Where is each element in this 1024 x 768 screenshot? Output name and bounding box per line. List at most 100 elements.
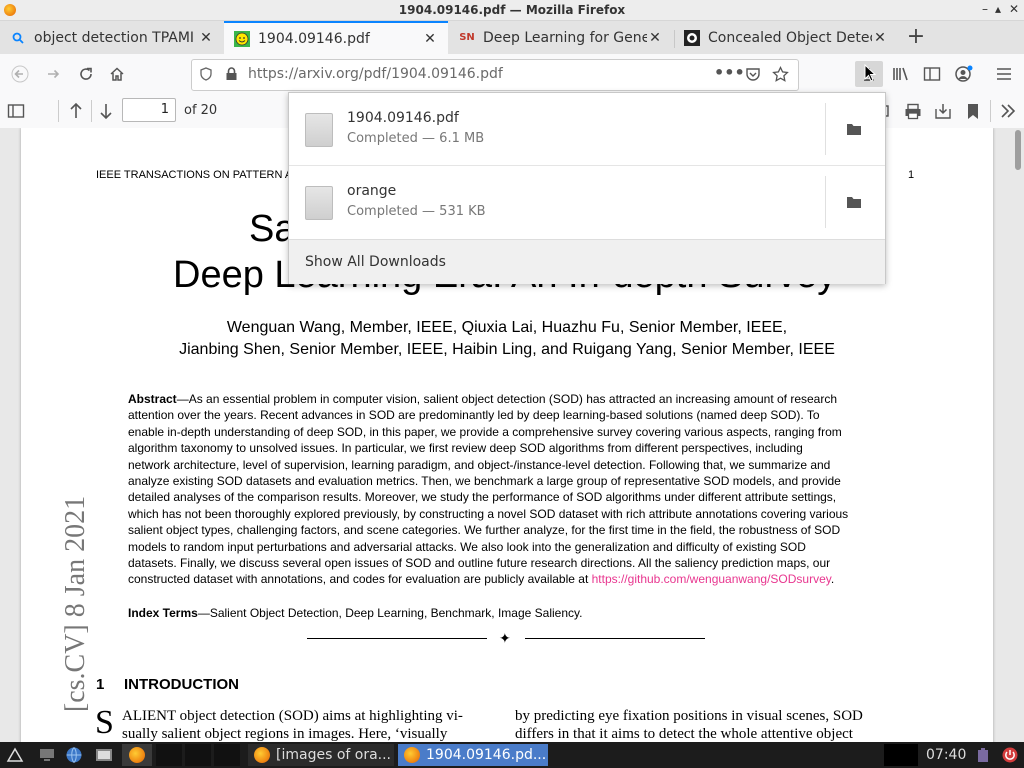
download-status: Completed — 6.1 MB [347, 131, 485, 146]
search-icon [10, 30, 26, 46]
section-title: INTRODUCTION [124, 676, 239, 693]
forward-button[interactable] [40, 60, 68, 88]
show-all-downloads-button[interactable]: Show All Downloads [289, 239, 885, 284]
next-page-icon[interactable] [98, 102, 114, 120]
save-pdf-icon[interactable] [934, 103, 952, 120]
tab-pdf[interactable]: 1904.09146.pdf ✕ [224, 21, 448, 54]
url-text[interactable]: https://arxiv.org/pdf/1904.09146.pdf [248, 66, 503, 82]
window-title: 1904.09146.pdf — Mozilla Firefox [398, 3, 626, 17]
download-item[interactable]: 1904.09146.pdf Completed — 6.1 MB [289, 93, 885, 165]
tab-label: Deep Learning for Generic Object Detecti… [483, 29, 647, 46]
abstract-line: which has not been thoroughly explored p… [128, 506, 849, 521]
workspace-2[interactable] [185, 744, 211, 766]
toolbar-separator [58, 100, 59, 122]
navigation-toolbar: https://arxiv.org/pdf/1904.09146.pdf ••• [0, 54, 1024, 95]
globe-icon [66, 747, 82, 763]
hamburger-menu-icon [997, 68, 1011, 80]
open-folder-button[interactable] [839, 188, 869, 216]
workspace-1[interactable] [156, 744, 182, 766]
reload-button[interactable] [72, 60, 100, 88]
pdf-index-terms: Index Terms—Salient Object Detection, De… [128, 606, 582, 620]
file-icon [305, 186, 333, 220]
open-folder-button[interactable] [839, 115, 869, 143]
tab-label: Concealed Object Detection [708, 29, 872, 46]
abstract-line: —As an essential problem in computer vis… [176, 392, 838, 406]
download-filename: orange [347, 183, 397, 199]
mouse-cursor [864, 63, 877, 86]
divider-right [525, 638, 705, 639]
taskbar-window-label: [images of ora... [276, 747, 392, 763]
folder-icon [847, 124, 861, 135]
page-number-input[interactable]: 1 [122, 98, 176, 122]
back-button[interactable] [6, 60, 34, 88]
abstract-line: models to random input perturbations and… [128, 539, 806, 554]
toolbar-separator [91, 100, 92, 122]
folder-icon [847, 197, 861, 208]
url-bar[interactable]: https://arxiv.org/pdf/1904.09146.pdf ••• [191, 59, 799, 91]
taskbar-window-images[interactable]: [images of ora... [248, 744, 394, 766]
browser-launcher-button[interactable] [63, 744, 85, 766]
taskbar: [images of ora... 1904.09146.pd... 07:40 [0, 742, 1024, 768]
workspace-3[interactable] [214, 744, 240, 766]
new-tab-button[interactable]: + [904, 25, 928, 49]
close-tab-icon[interactable]: ✕ [647, 30, 663, 46]
sidebar-button[interactable] [918, 60, 946, 88]
pdf-scrollbar-track[interactable] [1012, 128, 1024, 742]
tab-concealed-object[interactable]: Concealed Object Detection ✕ [674, 21, 898, 54]
library-button[interactable] [887, 60, 915, 88]
abstract-line: network architecture, level of supervisi… [128, 457, 831, 472]
tray-area [884, 744, 918, 766]
abstract-line: enable in-depth understanding of deep SO… [128, 424, 842, 439]
minimize-button[interactable]: – [982, 2, 988, 16]
start-menu-icon [6, 747, 24, 762]
show-desktop-button[interactable] [36, 744, 58, 766]
download-filename: 1904.09146.pdf [347, 110, 459, 126]
download-item[interactable]: orange Completed — 531 KB [289, 166, 885, 238]
home-button[interactable] [103, 60, 131, 88]
file-manager-icon [96, 749, 112, 761]
clock[interactable]: 07:40 [926, 744, 966, 766]
pdf-abstract: Abstract—As an essential problem in comp… [128, 391, 888, 588]
power-button[interactable] [1000, 744, 1020, 766]
start-menu-button[interactable] [2, 744, 28, 766]
abstract-line: attention over the years. Recent advance… [128, 408, 820, 423]
page-actions-icon[interactable]: ••• [714, 63, 745, 82]
taskbar-window-pdf[interactable]: 1904.09146.pd... [398, 744, 548, 766]
tab-label: object detection TPAMI journal [34, 29, 198, 46]
pdf-page-number: 1 [908, 169, 915, 181]
tab-deep-learning[interactable]: SN Deep Learning for Generic Object Dete… [449, 21, 673, 54]
firefox-launcher-button[interactable] [122, 744, 152, 766]
download-separator [825, 103, 826, 155]
pdf-authors-line1: Wenguan Wang, Member, IEEE, Qiuxia Lai, … [226, 319, 788, 336]
pocket-icon[interactable] [745, 66, 761, 82]
github-icon [684, 29, 700, 46]
tab-label: 1904.09146.pdf [258, 30, 370, 47]
account-button[interactable] [950, 60, 978, 88]
close-tab-icon[interactable]: ✕ [872, 30, 888, 46]
lock-icon[interactable] [225, 67, 238, 81]
tools-chevron-icon[interactable] [1000, 104, 1016, 118]
pdf-scrollbar-thumb[interactable] [1015, 130, 1021, 170]
section-number: 1 [96, 676, 105, 693]
firefox-icon [404, 747, 420, 763]
toggle-sidebar-icon[interactable] [7, 103, 25, 119]
previous-page-icon[interactable] [68, 102, 84, 120]
abstract-github-link[interactable]: https://github.com/wenguanwang/SODsurvey [592, 572, 831, 586]
maximize-button[interactable]: ▴ [995, 2, 1001, 16]
index-terms-text: —Salient Object Detection, Deep Learning… [197, 606, 583, 620]
close-window-button[interactable]: ✕ [1009, 2, 1019, 16]
close-tab-icon[interactable]: ✕ [422, 31, 438, 47]
print-icon[interactable] [904, 103, 922, 120]
file-manager-button[interactable] [92, 744, 116, 766]
firefox-icon [254, 747, 270, 763]
bookmark-star-icon[interactable] [772, 66, 789, 83]
close-tab-icon[interactable]: ✕ [198, 30, 214, 46]
page-count-label: of 20 [184, 103, 218, 118]
abstract-line: salient object types, challenging factor… [128, 523, 841, 538]
tray-battery-button[interactable] [974, 744, 992, 766]
bookmark-icon[interactable] [966, 103, 980, 120]
arxiv-side-stamp: [cs.CV] 8 Jan 2021 [60, 495, 91, 713]
shield-icon[interactable] [199, 67, 213, 81]
menu-button[interactable] [990, 60, 1018, 88]
tab-object-detection[interactable]: object detection TPAMI journal ✕ [0, 21, 224, 54]
